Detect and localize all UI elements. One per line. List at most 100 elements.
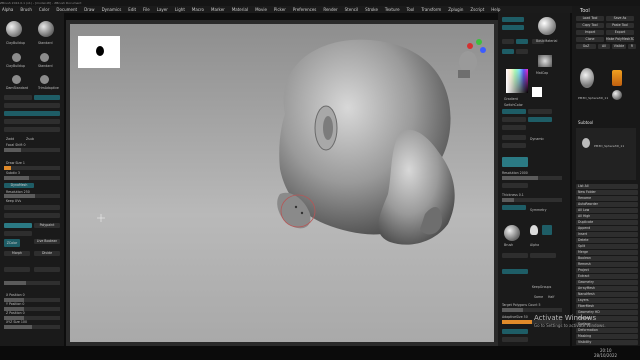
half-label[interactable]: Half (548, 295, 554, 299)
tool-menu-nanomesh[interactable]: NanoMesh (576, 292, 638, 297)
matcap-icon[interactable] (538, 55, 552, 67)
menu-item-texture[interactable]: Texture (385, 7, 400, 12)
menu-item-edit[interactable]: Edit (128, 7, 136, 12)
menu-item-document[interactable]: Document (56, 7, 77, 12)
resolution-slider[interactable] (4, 194, 60, 198)
menu-item-file[interactable]: File (143, 7, 150, 12)
draw-size-slider[interactable] (4, 166, 60, 170)
tool-menu-list-all[interactable]: List All (576, 184, 638, 189)
menu-item-stencil[interactable]: Stencil (345, 7, 359, 12)
rp-btn-18[interactable] (502, 253, 528, 258)
rp-btn-10[interactable] (502, 117, 526, 122)
menu-item-zscript[interactable]: Zscript (470, 7, 484, 12)
import-button[interactable]: Import (576, 30, 604, 35)
rp-btn-7[interactable] (516, 49, 528, 54)
left-btn-l[interactable] (34, 267, 60, 272)
rp-btn-4[interactable] (516, 39, 528, 44)
rp-btn-21[interactable] (502, 329, 528, 334)
rp-btn-11[interactable] (528, 117, 552, 122)
tool-menu-project[interactable]: Project (576, 268, 638, 273)
rp-btn-1[interactable] (502, 17, 524, 22)
tool-menu-geometry[interactable]: Geometry (576, 280, 638, 285)
subtool-label[interactable]: Subtool (578, 120, 593, 125)
tool-menu-new-folder[interactable]: New Folder (576, 190, 638, 195)
rp-btn-6[interactable] (502, 49, 514, 54)
rp-btn-3[interactable] (502, 39, 514, 44)
menu-item-movie[interactable]: Movie (255, 7, 267, 12)
left-btn-g[interactable] (4, 205, 60, 210)
goz-button[interactable]: GoZ (576, 44, 596, 49)
polypaint-button[interactable]: Polypaint (34, 223, 60, 228)
switch-color-label[interactable]: SwitchColor (504, 103, 523, 107)
export-button[interactable]: Export (606, 30, 634, 35)
dynamic-label[interactable]: Dynamic (530, 137, 544, 141)
subtool-list[interactable]: PM3D_Sphere3D_11 (576, 128, 636, 180)
subtool-item-label[interactable]: PM3D_Sphere3D_11 (594, 144, 624, 148)
left-btn-b[interactable] (34, 95, 60, 100)
xyz-size-slider[interactable] (4, 325, 60, 329)
tool-menu-arraymesh[interactable]: ArrayMesh (576, 286, 638, 291)
menu-item-dynamics[interactable]: Dynamics (102, 7, 122, 12)
visible-button[interactable]: Visible (612, 44, 626, 49)
divide-button[interactable]: Divide (34, 251, 60, 256)
menu-item-preferences[interactable]: Preferences (293, 7, 317, 12)
left-btn-d[interactable] (4, 111, 60, 116)
tool-menu-autoreorder[interactable]: AutoReorder (576, 202, 638, 207)
brush-thumb-3[interactable] (12, 53, 21, 62)
main-color-swatch[interactable] (532, 87, 542, 97)
zadd-label[interactable]: Zadd (6, 137, 14, 141)
copy-tool-button[interactable]: Copy Tool (576, 23, 604, 28)
tool-menu-split[interactable]: Split (576, 244, 638, 249)
rp-btn-16[interactable] (502, 183, 528, 188)
navigator-thumbnail[interactable] (78, 36, 120, 68)
clone-button[interactable]: Clone (576, 37, 604, 42)
menu-item-zplugin[interactable]: Zplugin (448, 7, 463, 12)
thickness-slider[interactable] (502, 198, 562, 202)
left-btn-i[interactable] (4, 223, 32, 228)
left-btn-h[interactable] (4, 213, 60, 218)
zcolor-button[interactable]: ZColor (4, 239, 20, 247)
tool-menu-all-low[interactable]: All Low (576, 208, 638, 213)
rp-resolution-slider[interactable] (502, 176, 562, 180)
tool-menu-fibermesh[interactable]: FiberMesh (576, 304, 638, 309)
brush-thumb-6[interactable] (40, 75, 49, 84)
paste-tool-button[interactable]: Paste Tool (606, 23, 634, 28)
menu-item-brush[interactable]: Brush (20, 7, 32, 12)
keep-groups-label[interactable]: KeepGroups (532, 285, 551, 289)
rp-btn-13[interactable] (502, 135, 526, 140)
rp-btn-14[interactable] (502, 143, 526, 148)
navigation-gizmo-icon[interactable] (454, 36, 488, 80)
tool-menu-all-high[interactable]: All High (576, 214, 638, 219)
menu-item-marker[interactable]: Marker (211, 7, 225, 12)
tool-menu-duplicate[interactable]: Duplicate (576, 220, 638, 225)
menu-item-alpha[interactable]: Alpha (2, 7, 13, 12)
tool-menu-layers[interactable]: Layers (576, 298, 638, 303)
gradient-label[interactable]: Gradient (504, 97, 518, 101)
brush-thumb-5[interactable] (12, 75, 21, 84)
load-tool-button[interactable]: Load Tool (576, 16, 604, 21)
focal-slider[interactable] (4, 148, 60, 152)
make-polymesh-button[interactable]: Make PolyMesh3D (606, 37, 634, 42)
brush-thumb-1[interactable] (6, 21, 22, 37)
all-button[interactable]: All (598, 44, 610, 49)
tool-menu-visibility[interactable]: Visibility (576, 340, 638, 345)
left-btn-c[interactable] (4, 103, 60, 108)
viewport-canvas[interactable] (70, 24, 494, 342)
menu-item-tool[interactable]: Tool (407, 7, 415, 12)
rp-btn-12[interactable] (502, 125, 526, 130)
menu-item-help[interactable]: Help (491, 7, 500, 12)
rp-btn-9[interactable] (528, 109, 552, 114)
menu-item-color[interactable]: Color (39, 7, 49, 12)
rp-btn-17[interactable] (502, 205, 526, 210)
left-btn-a[interactable] (4, 95, 32, 100)
tool-menu-insert[interactable]: Insert (576, 232, 638, 237)
tool-menu-extract[interactable]: Extract (576, 274, 638, 279)
morph-button[interactable]: Morph (4, 251, 30, 256)
rp-btn-19[interactable] (530, 253, 556, 258)
menu-item-transform[interactable]: Transform (421, 7, 441, 12)
tool-menu-deformation[interactable]: Deformation (576, 328, 638, 333)
rp-btn-20[interactable] (502, 269, 528, 274)
left-btn-e[interactable] (4, 119, 60, 124)
lightbulb-icon[interactable] (530, 225, 538, 235)
symmetry-label[interactable]: Symmetry (530, 208, 547, 212)
